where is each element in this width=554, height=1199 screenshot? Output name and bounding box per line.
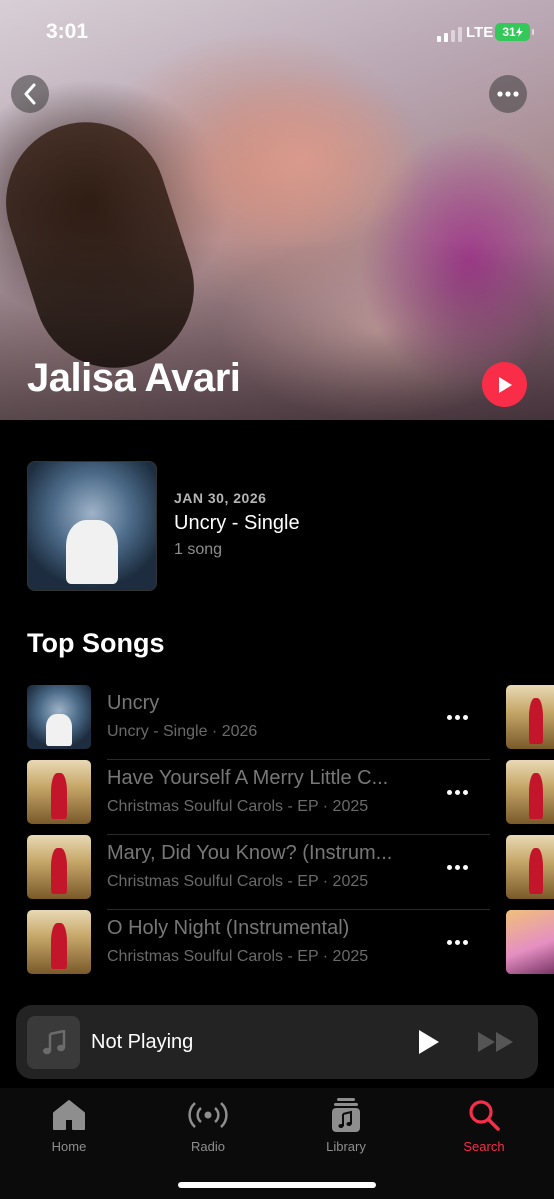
- song-more-button[interactable]: [441, 707, 473, 727]
- song-title: Mary, Did You Know? (Instrum...: [107, 842, 393, 864]
- song-more-button[interactable]: [441, 857, 473, 877]
- next-column-artwork[interactable]: [506, 685, 554, 749]
- music-note-icon: [42, 1029, 65, 1054]
- play-icon[interactable]: [416, 1029, 440, 1055]
- album-cover: [28, 462, 156, 590]
- battery-level: 31: [502, 25, 516, 39]
- album-cover: [506, 835, 554, 899]
- tab-label: Radio: [191, 1139, 225, 1154]
- album-cover: [506, 910, 554, 974]
- release-date: JAN 30, 2026: [174, 490, 267, 506]
- back-button[interactable]: [11, 75, 49, 113]
- top-songs-heading[interactable]: Top Songs: [27, 628, 164, 659]
- status-bar: 3:01 LTE 31: [0, 0, 554, 64]
- song-row[interactable]: Mary, Did You Know? (Instrum... Christma…: [27, 835, 490, 910]
- release-song-count: 1 song: [174, 541, 223, 558]
- home-indicator[interactable]: [178, 1182, 376, 1188]
- next-column-artwork[interactable]: [506, 760, 554, 824]
- now-playing-title: Not Playing: [91, 1031, 194, 1053]
- artist-name: Jalisa Avari: [27, 356, 241, 400]
- ellipsis-icon: [497, 91, 519, 97]
- battery-icon: 31: [495, 23, 534, 41]
- fast-forward-icon[interactable]: [477, 1031, 515, 1053]
- release-title[interactable]: Uncry - Single: [174, 512, 300, 535]
- song-more-button[interactable]: [441, 782, 473, 802]
- mini-player[interactable]: Not Playing: [16, 1005, 538, 1079]
- song-more-button[interactable]: [441, 932, 473, 952]
- album-cover: [27, 910, 91, 974]
- tab-label: Home: [51, 1139, 87, 1154]
- status-time: 3:01: [46, 20, 89, 43]
- song-artwork: [27, 835, 91, 899]
- next-column-artwork[interactable]: [506, 835, 554, 899]
- play-artist-button[interactable]: [482, 362, 527, 407]
- tab-search[interactable]: Search: [434, 1096, 534, 1154]
- song-artwork: [27, 760, 91, 824]
- more-options-button[interactable]: [489, 75, 527, 113]
- cellular-signal-icon: [437, 27, 462, 42]
- song-subtitle: Christmas Soulful Carols - EP · 2025: [107, 948, 369, 965]
- magnifier-icon: [469, 1100, 500, 1131]
- house-icon: [53, 1100, 85, 1130]
- song-row[interactable]: O Holy Night (Instrumental) Christmas So…: [27, 910, 490, 985]
- song-title: Uncry: [107, 692, 160, 714]
- chevron-left-icon: [24, 83, 36, 105]
- song-artwork: [27, 910, 91, 974]
- song-subtitle: Christmas Soulful Carols - EP · 2025: [107, 873, 369, 890]
- network-type: LTE: [466, 24, 494, 41]
- latest-release-artwork[interactable]: [27, 461, 157, 591]
- album-cover: [506, 685, 554, 749]
- tab-home[interactable]: Home: [19, 1096, 119, 1154]
- tab-label: Search: [463, 1139, 505, 1154]
- album-cover: [27, 835, 91, 899]
- mini-player-artwork: [27, 1016, 80, 1069]
- song-subtitle: Uncry - Single · 2026: [107, 723, 258, 740]
- charging-bolt-icon: [515, 27, 523, 37]
- tab-label: Library: [326, 1139, 366, 1154]
- play-icon: [498, 376, 512, 393]
- song-row[interactable]: Have Yourself A Merry Little C... Christ…: [27, 760, 490, 835]
- song-subtitle: Christmas Soulful Carols - EP · 2025: [107, 798, 369, 815]
- song-row[interactable]: Uncry Uncry - Single · 2026: [27, 685, 490, 760]
- tab-library[interactable]: Library: [296, 1096, 396, 1154]
- album-cover: [27, 760, 91, 824]
- album-cover: [27, 685, 91, 749]
- album-cover: [506, 760, 554, 824]
- song-artwork: [27, 685, 91, 749]
- next-column-artwork[interactable]: [506, 910, 554, 974]
- tab-radio[interactable]: Radio: [158, 1096, 258, 1154]
- radio-waves-icon: [188, 1102, 228, 1128]
- song-title: Have Yourself A Merry Little C...: [107, 767, 389, 789]
- music-library-icon: [332, 1098, 360, 1132]
- song-title: O Holy Night (Instrumental): [107, 917, 350, 939]
